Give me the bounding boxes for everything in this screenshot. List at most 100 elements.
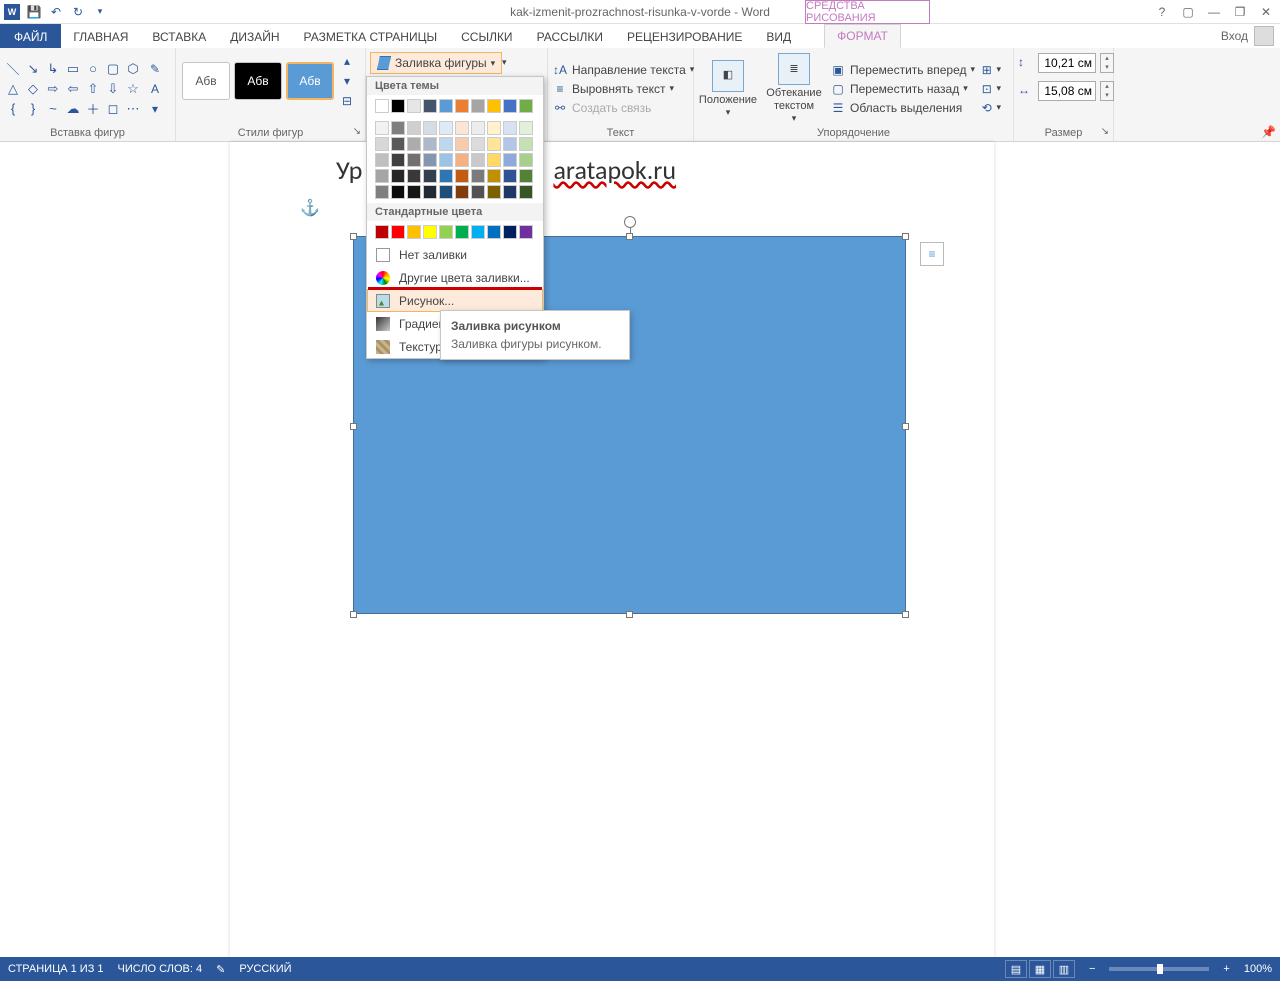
color-swatch[interactable] [375, 185, 389, 199]
shape-arrow3-icon[interactable]: ⇧ [84, 80, 102, 98]
color-swatch[interactable] [503, 121, 517, 135]
resize-handle-tl[interactable] [350, 233, 357, 240]
color-swatch[interactable] [439, 137, 453, 151]
resize-handle-tm[interactable] [626, 233, 633, 240]
color-swatch[interactable] [391, 169, 405, 183]
shape-callout-icon[interactable]: ◻ [104, 100, 122, 118]
tab-design[interactable]: ДИЗАЙН [218, 24, 291, 48]
shape-arrow-icon[interactable]: ⇨ [44, 80, 62, 98]
gallery-down-icon[interactable]: ▾ [338, 72, 356, 90]
page-indicator[interactable]: СТРАНИЦА 1 ИЗ 1 [8, 963, 104, 975]
color-swatch[interactable] [471, 121, 485, 135]
resize-handle-tr[interactable] [902, 233, 909, 240]
shape-plus-icon[interactable]: ＋ [84, 100, 102, 118]
color-swatch[interactable] [471, 185, 485, 199]
shape-more-icon[interactable]: ⋯ [124, 100, 142, 118]
resize-handle-br[interactable] [902, 611, 909, 618]
color-swatch[interactable] [423, 121, 437, 135]
color-swatch[interactable] [423, 185, 437, 199]
shape-line2-icon[interactable]: ↘ [24, 60, 42, 78]
color-swatch[interactable] [407, 99, 421, 113]
color-swatch[interactable] [503, 99, 517, 113]
color-swatch[interactable] [455, 99, 469, 113]
shapes-more-icon[interactable]: ▾ [146, 100, 164, 118]
resize-handle-mr[interactable] [902, 423, 909, 430]
color-swatch[interactable] [391, 137, 405, 151]
color-swatch[interactable] [519, 121, 533, 135]
tab-insert[interactable]: ВСТАВКА [140, 24, 218, 48]
undo-icon[interactable]: ↶ [48, 4, 64, 20]
textbox-icon[interactable]: A [146, 80, 164, 98]
color-swatch[interactable] [487, 185, 501, 199]
color-swatch[interactable] [487, 225, 501, 239]
zoom-in-icon[interactable]: + [1223, 963, 1229, 975]
read-mode-icon[interactable]: ▤ [1005, 960, 1027, 978]
color-swatch[interactable] [519, 153, 533, 167]
color-swatch[interactable] [391, 225, 405, 239]
shape-rect-icon[interactable]: ▭ [64, 60, 82, 78]
tab-home[interactable]: ГЛАВНАЯ [61, 24, 140, 48]
color-swatch[interactable] [423, 137, 437, 151]
color-swatch[interactable] [423, 225, 437, 239]
proofing-icon[interactable]: ✎ [216, 963, 225, 976]
color-swatch[interactable] [375, 99, 389, 113]
color-swatch[interactable] [375, 137, 389, 151]
save-icon[interactable]: 💾 [26, 4, 42, 20]
layout-options-button[interactable]: ≡ [920, 242, 944, 266]
color-swatch[interactable] [487, 169, 501, 183]
color-swatch[interactable] [487, 99, 501, 113]
zoom-thumb[interactable] [1157, 964, 1163, 974]
shape-cloud-icon[interactable]: ☁ [64, 100, 82, 118]
height-input[interactable] [1038, 53, 1096, 73]
color-swatch[interactable] [439, 121, 453, 135]
send-backward-button[interactable]: ▢Переместить назад▾ [830, 81, 975, 97]
color-swatch[interactable] [455, 225, 469, 239]
color-swatch[interactable] [407, 225, 421, 239]
color-swatch[interactable] [423, 99, 437, 113]
collapse-ribbon-icon[interactable]: 📌 [1261, 125, 1276, 139]
zoom-out-icon[interactable]: − [1089, 963, 1095, 975]
style-preset-3[interactable]: Абв [286, 62, 334, 100]
color-swatch[interactable] [487, 121, 501, 135]
resize-handle-bm[interactable] [626, 611, 633, 618]
text-direction-button[interactable]: ↕AНаправление текста▾ [552, 62, 694, 78]
shape-brace2-icon[interactable]: } [24, 100, 42, 118]
minimize-icon[interactable]: — [1206, 5, 1222, 19]
width-input[interactable] [1038, 81, 1096, 101]
language-indicator[interactable]: РУССКИЙ [239, 963, 291, 975]
color-swatch[interactable] [407, 169, 421, 183]
picture-fill-item[interactable]: Рисунок... [367, 289, 543, 312]
position-button[interactable]: ◧Положение▾ [698, 60, 758, 118]
color-swatch[interactable] [423, 153, 437, 167]
color-swatch[interactable] [455, 137, 469, 151]
align-icon[interactable]: ⊞ [981, 62, 992, 78]
color-swatch[interactable] [407, 121, 421, 135]
print-layout-icon[interactable]: ▦ [1029, 960, 1051, 978]
no-fill-item[interactable]: Нет заливки [367, 243, 543, 266]
align-text-button[interactable]: ≡Выровнять текст▾ [552, 81, 694, 97]
rotation-handle[interactable] [624, 216, 636, 228]
restore-icon[interactable]: ❐ [1232, 5, 1248, 19]
shape-roundrect-icon[interactable]: ▢ [104, 60, 122, 78]
tab-review[interactable]: РЕЦЕНЗИРОВАНИЕ [615, 24, 754, 48]
shape-connector-icon[interactable]: ↳ [44, 60, 62, 78]
color-swatch[interactable] [375, 121, 389, 135]
color-swatch[interactable] [439, 225, 453, 239]
word-count[interactable]: ЧИСЛО СЛОВ: 4 [118, 963, 203, 975]
resize-handle-bl[interactable] [350, 611, 357, 618]
shape-curve-icon[interactable]: ~ [44, 100, 62, 118]
color-swatch[interactable] [375, 169, 389, 183]
zoom-level[interactable]: 100% [1244, 963, 1272, 975]
color-swatch[interactable] [423, 169, 437, 183]
tab-format[interactable]: ФОРМАТ [824, 24, 901, 48]
close-icon[interactable]: ✕ [1258, 5, 1274, 19]
bring-forward-button[interactable]: ▣Переместить вперед▾ [830, 62, 975, 78]
shape-brace-icon[interactable]: { [4, 100, 22, 118]
edit-shape-icon[interactable]: ✎ [146, 60, 164, 78]
color-swatch[interactable] [503, 185, 517, 199]
selection-pane-button[interactable]: ☰Область выделения [830, 100, 975, 116]
web-layout-icon[interactable]: ▥ [1053, 960, 1075, 978]
shapes-gallery[interactable]: ＼↘↳▭○▢⬡ △◇⇨⇦⇧⇩☆ {}~☁＋◻⋯ [4, 60, 142, 118]
wrap-text-button[interactable]: ≣Обтекание текстом▾ [764, 53, 824, 123]
color-swatch[interactable] [503, 153, 517, 167]
